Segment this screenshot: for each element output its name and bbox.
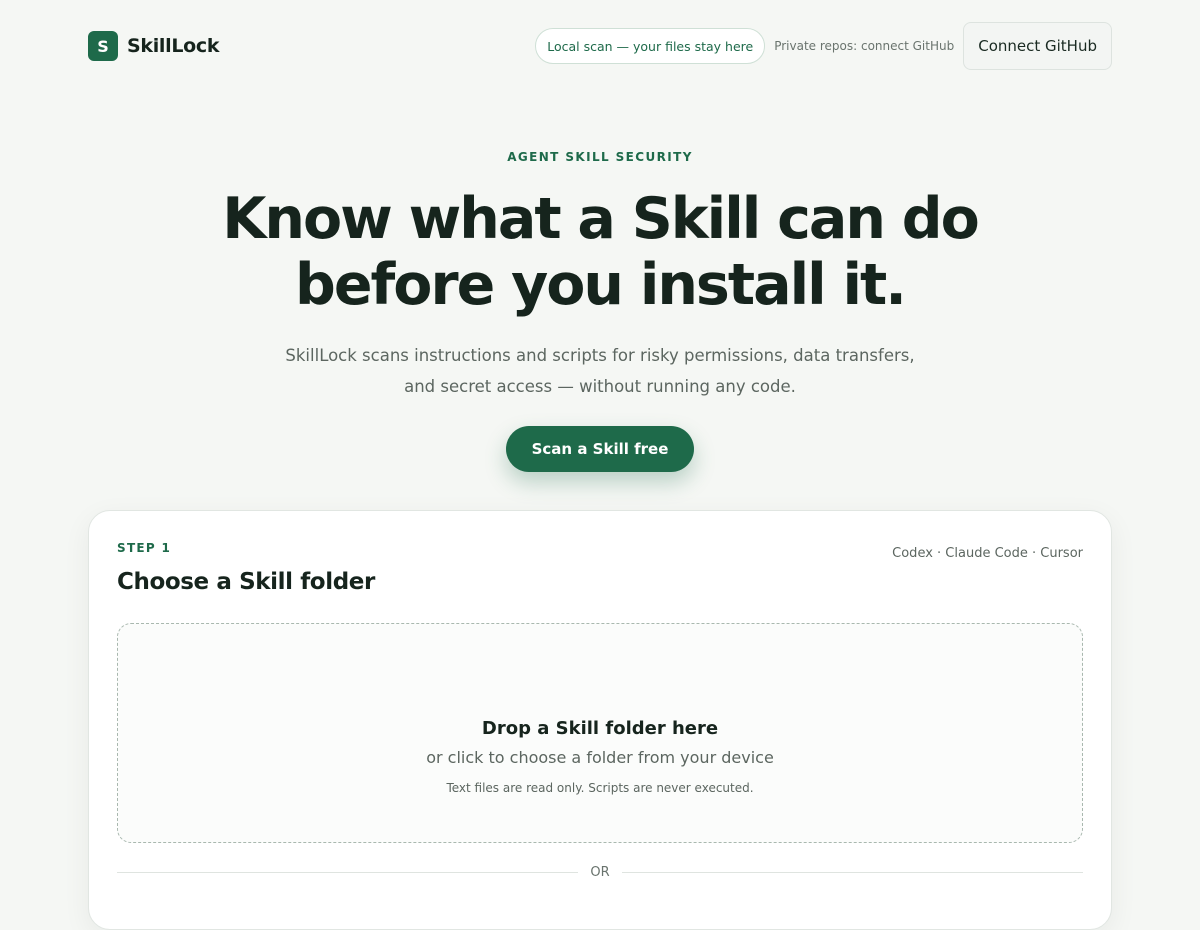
divider-line-right [621,872,1084,873]
dropzone-note: Text files are read only. Scripts are ne… [446,781,754,795]
scan-card: STEP 1 Choose a Skill folder Codex · Cla… [88,510,1112,930]
card-heading-group: STEP 1 Choose a Skill folder [117,541,375,595]
card-title: Choose a Skill folder [117,569,375,595]
hero-subhead: SkillLock scans instructions and scripts… [285,346,915,396]
dropzone-title: Drop a Skill folder here [481,718,719,739]
hero-headline-line1: Know what a Skill can do [222,186,980,252]
private-repos-note: Private repos: connect GitHub [774,39,955,53]
card-header: STEP 1 Choose a Skill folder Codex · Cla… [117,541,1083,595]
connect-github-button[interactable]: Connect GitHub [963,22,1112,70]
header-actions: Local scan — your files stay here Privat… [535,22,1112,70]
hero-eyebrow: AGENT SKILL SECURITY [507,150,693,164]
scan-skill-button[interactable]: Scan a Skill free [505,426,695,472]
local-scan-badge: Local scan — your files stay here [535,28,766,64]
brand-name: SkillLock [127,35,220,57]
hero-headline-line2: before you install it. [295,252,907,318]
step-label: STEP 1 [117,541,172,555]
hero-section: AGENT SKILL SECURITY Know what a Skill c… [0,150,1200,472]
brand[interactable]: S SkillLock [88,31,220,61]
skill-folder-dropzone[interactable]: Drop a Skill folder here or click to cho… [117,623,1083,843]
dropzone-subtitle: or click to choose a folder from your de… [426,748,774,767]
hero-headline: Know what a Skill can do before you inst… [0,186,1200,318]
top-header: S SkillLock Local scan — your files stay… [88,22,1112,70]
or-divider: OR [117,865,1084,880]
supported-platforms: Codex · Claude Code · Cursor [892,546,1083,561]
skilllock-logo-icon: S [88,31,118,61]
or-label: OR [590,865,610,880]
divider-line-left [117,872,579,873]
